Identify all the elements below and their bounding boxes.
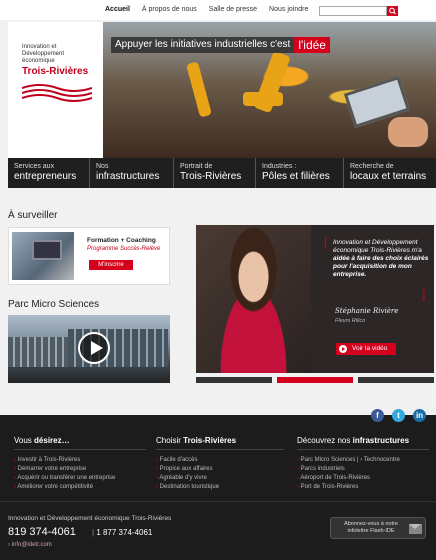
search-button[interactable]	[387, 6, 398, 16]
heading-part: Vous	[14, 436, 32, 445]
promo-card[interactable]: Formation + Coaching Programme Succès-Re…	[8, 227, 170, 285]
quote-part-a: Innovation et Développement économique T…	[333, 239, 422, 254]
menu-item-portrait[interactable]: Portrait de Trois-Rivières	[174, 158, 256, 188]
testimonial-photo	[196, 225, 311, 373]
footer-link[interactable]: Investir à Trois-Rivières	[14, 456, 115, 465]
newsletter-button[interactable]: Abonnez-vous à notre infolettre Flash-ID…	[330, 517, 426, 539]
robot-arm-shape-2	[243, 92, 283, 106]
footer-col-2-list: Facile d'accès Propice aux affaires Agré…	[156, 456, 219, 492]
testimonial-quote: Innovation et Développement économique T…	[333, 239, 429, 279]
phone-number[interactable]: 819 374-4061	[8, 526, 76, 538]
logo-line-1: Innovation et	[22, 44, 57, 50]
testimonial-slide[interactable]: [ Innovation et Développement économique…	[196, 225, 434, 373]
slider-tab-3[interactable]	[358, 377, 434, 383]
promo-title: Formation + Coaching	[87, 237, 156, 244]
organization-name: Innovation et Développement économique T…	[8, 515, 172, 522]
heading-part-bold: infrastructures	[352, 436, 410, 445]
logo-line-3: économique	[22, 58, 55, 64]
heading-part: Choisir	[156, 436, 181, 445]
section-title-surveiller: À surveiller	[8, 210, 58, 221]
footer-link[interactable]: Acquérir ou transférer une entreprise	[14, 474, 115, 483]
menu-item-small: Portrait de	[180, 163, 213, 170]
footer-link[interactable]: Port de Trois-Rivières	[297, 483, 400, 492]
section-title-micro: Parc Micro Sciences	[8, 299, 100, 310]
logo-line-2: Développement	[22, 51, 65, 57]
menu-item-small: Nos	[96, 163, 109, 170]
linkedin-icon[interactable]: in	[413, 409, 426, 422]
hero-caption: Appuyer les initiatives industrielles c'…	[111, 37, 330, 53]
nav-link-nous-joindre[interactable]: Nous joindre	[269, 6, 308, 13]
heading-part-bold: Trois-Rivières	[183, 436, 237, 445]
search-icon	[389, 7, 396, 15]
top-navigation: Accueil À propos de nous Salle de presse…	[0, 0, 436, 20]
promo-image	[12, 232, 74, 280]
heading-part-bold: désirez…	[34, 436, 70, 445]
hero-caption-highlight: l'idée	[294, 37, 330, 53]
footer-link[interactable]: Destination touristique	[156, 483, 219, 492]
quote-part-b: aidée à faire des choix éclairés pour l'…	[333, 255, 429, 278]
footer-link[interactable]: Démarrer votre entreprise	[14, 465, 115, 474]
logo-wave-icon	[22, 84, 92, 102]
play-circle-icon	[339, 345, 347, 353]
toll-free-number[interactable]: 1 877 374-4061	[92, 528, 152, 537]
footer-link[interactable]: Parcs industriels	[297, 465, 400, 474]
footer-link[interactable]: Agréable d'y vivre	[156, 474, 219, 483]
register-button[interactable]: M'inscrire	[89, 260, 133, 270]
hero-caption-text: Appuyer les initiatives industrielles c'…	[111, 37, 295, 53]
menu-item-big: Trois-Rivières	[180, 171, 242, 182]
footer-link[interactable]: Améliorer votre compétitivité	[14, 483, 115, 492]
nav-link-salle-de-presse[interactable]: Salle de presse	[209, 6, 257, 13]
bracket-right-icon: ]	[422, 287, 426, 301]
footer-col-2-heading: Choisir Trois-Rivières	[156, 436, 284, 450]
hand-shape	[388, 117, 428, 147]
monitor-shape	[32, 240, 62, 260]
promo-subtitle: Programme Succès-Relève	[87, 246, 161, 252]
footer-link[interactable]: Facile d'accès	[156, 456, 219, 465]
menu-item-small: Recherche de	[350, 163, 394, 170]
menu-item-small: Industries :	[262, 163, 297, 170]
twitter-icon[interactable]: t	[392, 409, 405, 422]
footer-col-1-heading: Vous désirez…	[14, 436, 146, 450]
top-links: Accueil À propos de nous Salle de presse…	[105, 6, 308, 13]
footer-col-3-list: Parc Micro Sciences | › Technocentre Par…	[297, 456, 400, 492]
footer-col-1-list: Investir à Trois-Rivières Démarrer votre…	[14, 456, 115, 492]
newsletter-label: Abonnez-vous à notre infolettre Flash-ID…	[344, 521, 398, 534]
nav-link-a-propos[interactable]: À propos de nous	[142, 6, 197, 13]
menu-item-services[interactable]: Services aux entrepreneurs	[8, 158, 90, 188]
footer-divider	[0, 501, 436, 502]
menu-item-big: locaux et terrains	[350, 171, 427, 182]
search-input[interactable]	[319, 6, 387, 16]
menu-item-industries[interactable]: Industries : Pôles et filières	[256, 158, 344, 188]
slider-tab-1[interactable]	[196, 377, 272, 383]
menu-item-small: Services aux	[14, 163, 55, 170]
menu-item-big: infrastructures	[96, 171, 160, 182]
footer-col-3-heading: Découvrez nos infrastructures	[297, 436, 429, 450]
nav-link-accueil[interactable]: Accueil	[105, 6, 130, 13]
bracket-left-icon: [	[324, 235, 328, 249]
watch-video-label: Voir la vidéo	[352, 345, 388, 352]
watch-video-button[interactable]: Voir la vidéo	[336, 343, 396, 355]
footer-link[interactable]: Aéroport de Trois-Rivières	[297, 474, 400, 483]
menu-item-big: Pôles et filières	[262, 171, 330, 182]
footer-link[interactable]: Parc Micro Sciences | › Technocentre	[297, 456, 400, 465]
robot-arm-shape-3	[186, 61, 212, 118]
play-icon[interactable]	[78, 332, 110, 364]
testimonial-signature: Stéphanie Rivière	[335, 307, 399, 315]
email-link[interactable]: › info@idetr.com	[8, 542, 52, 548]
logo[interactable]: Innovation et Développement économique T…	[8, 22, 103, 158]
menu-item-infrastructures[interactable]: Nos infrastructures	[90, 158, 174, 188]
menu-item-locaux[interactable]: Recherche de locaux et terrains	[344, 158, 436, 188]
envelope-icon	[409, 524, 422, 534]
header: Innovation et Développement économique T…	[8, 22, 436, 158]
footer-link[interactable]: Propice aux affaires	[156, 465, 219, 474]
menu-item-big: entrepreneurs	[14, 171, 77, 182]
slider-tab-2[interactable]	[277, 377, 353, 383]
micro-video-thumbnail[interactable]	[8, 315, 170, 383]
testimonial-role: Fleurs Rilico	[335, 318, 366, 324]
main-menu: Services aux entrepreneurs Nos infrastru…	[8, 158, 436, 188]
building-shape	[8, 337, 68, 367]
facebook-icon[interactable]: f	[371, 409, 384, 422]
logo-name: Trois-Rivières	[22, 66, 89, 77]
heading-part: Découvrez nos	[297, 436, 351, 445]
